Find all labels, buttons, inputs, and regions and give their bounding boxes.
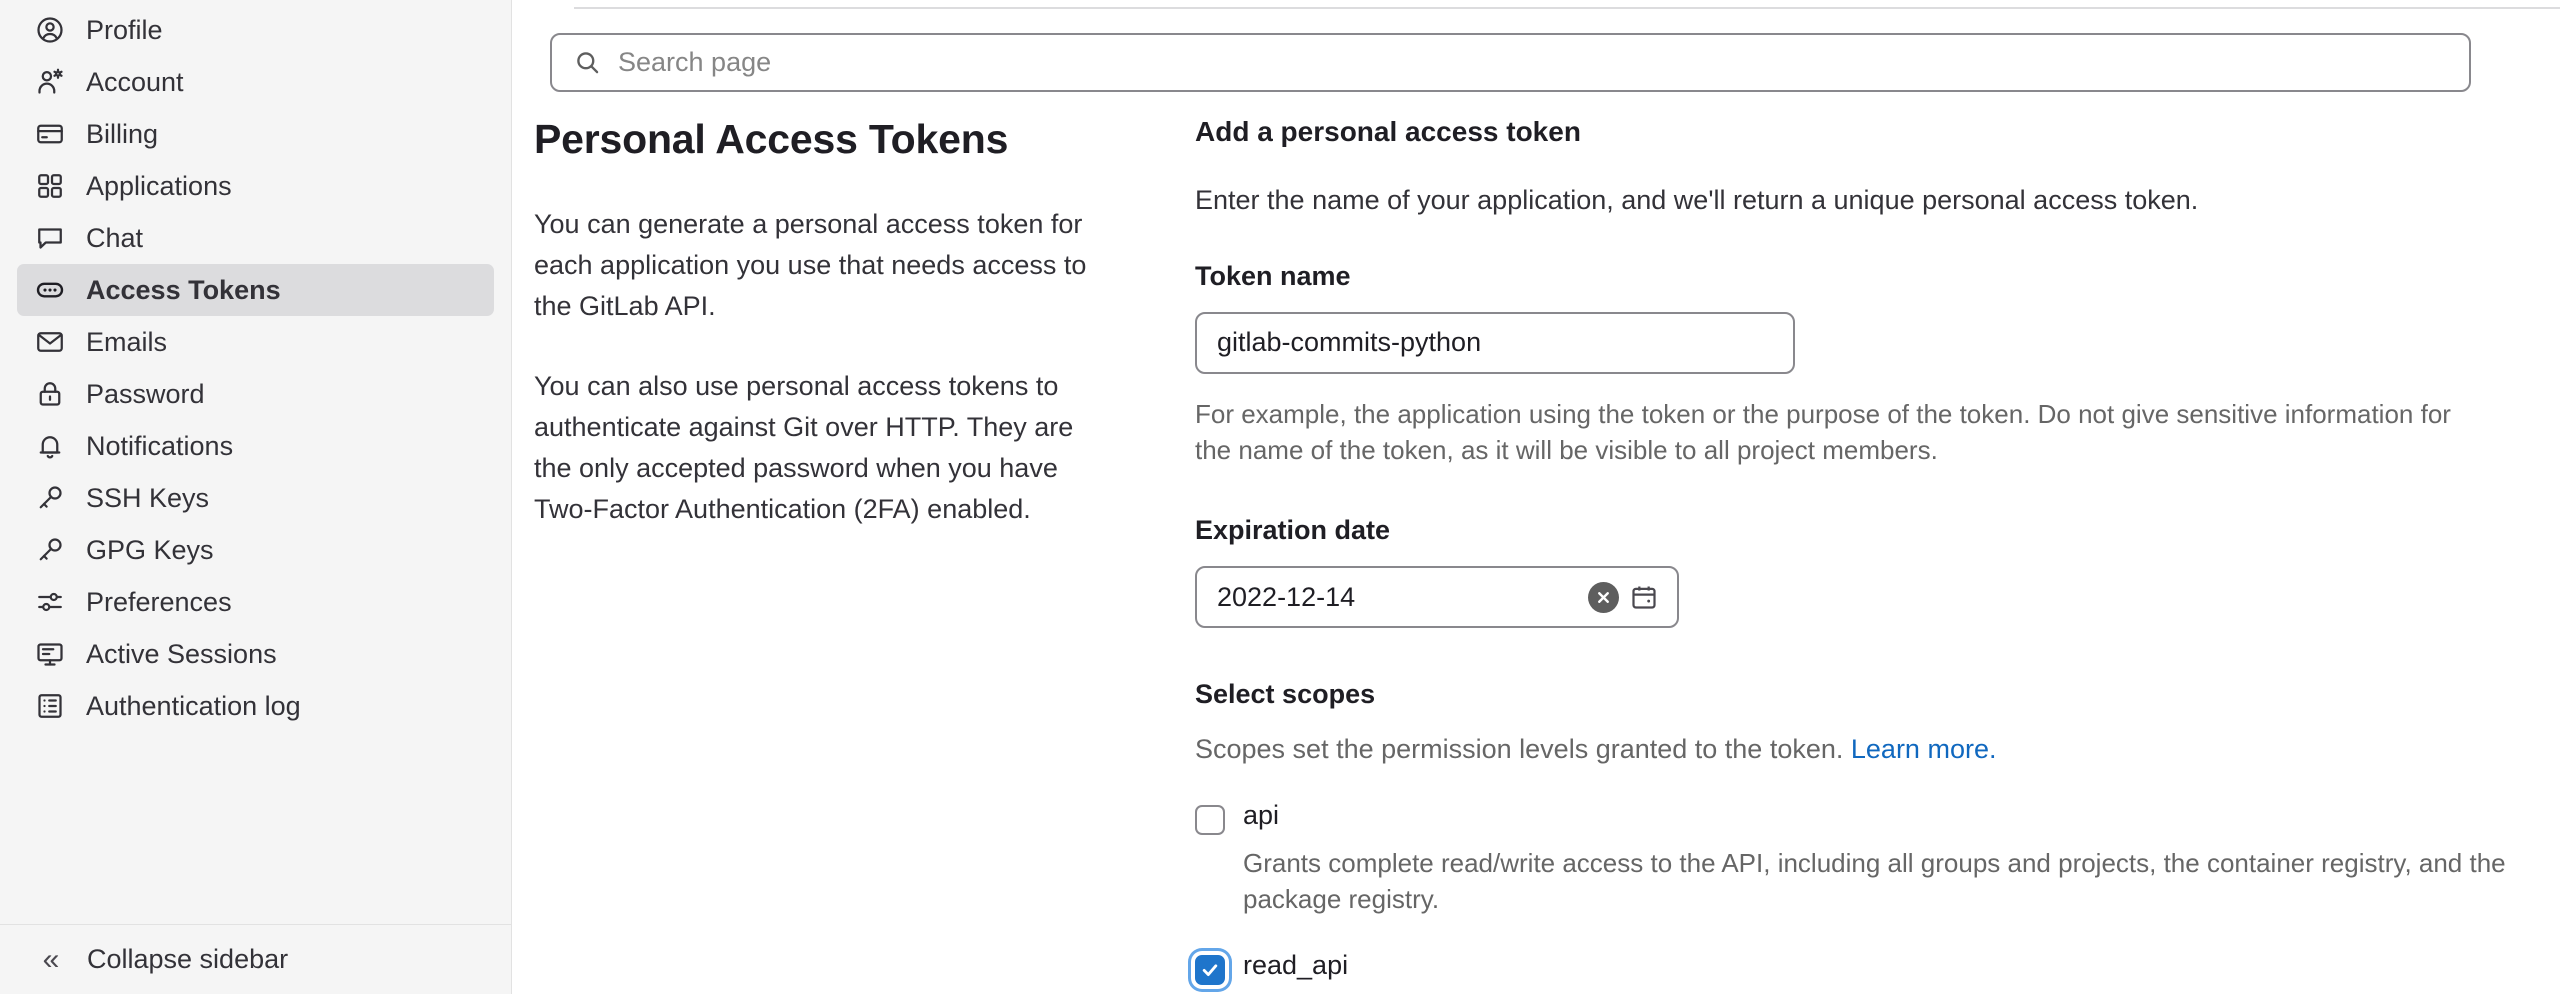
sidebar-item-authentication-log[interactable]: Authentication log xyxy=(17,680,494,732)
sidebar-item-label: Access Tokens xyxy=(86,274,281,305)
content-columns: Personal Access Tokens You can generate … xyxy=(534,115,2560,994)
sidebar-item-label: Profile xyxy=(86,14,163,45)
token-icon xyxy=(35,275,65,305)
grid-apps-icon xyxy=(35,171,65,201)
account-gear-icon xyxy=(35,67,65,97)
sidebar-item-gpg-keys[interactable]: GPG Keys xyxy=(17,524,494,576)
form-subheading: Enter the name of your application, and … xyxy=(1195,184,2199,215)
scope-checkbox-read_api[interactable] xyxy=(1195,954,1225,985)
sidebar-item-label: SSH Keys xyxy=(86,482,210,513)
scope-body: api Grants complete read/write access to … xyxy=(1243,801,2520,917)
learn-more-link[interactable]: Learn more. xyxy=(1851,734,1997,764)
sidebar-item-label: Preferences xyxy=(86,586,232,617)
scope-body: read_apiGrants read access to the API, i… xyxy=(1243,950,2520,994)
add-token-form: Add a personal access token Enter the na… xyxy=(1195,115,2560,994)
sidebar-item-label: Chat xyxy=(86,222,144,253)
token-name-label: Token name xyxy=(1195,260,1351,291)
description-column: Personal Access Tokens You can generate … xyxy=(534,115,1195,994)
sidebar-item-chat[interactable]: Chat xyxy=(17,212,494,264)
main-content: Search page Personal Access Tokens You c… xyxy=(512,0,2560,994)
sidebar-item-label: GPG Keys xyxy=(86,534,214,565)
key-icon xyxy=(35,483,65,513)
sliders-icon xyxy=(35,587,65,617)
monitor-icon xyxy=(35,639,65,669)
token-name-value: gitlab-commits-python xyxy=(1217,327,1482,358)
expiration-date-value: 2022-12-14 xyxy=(1217,581,1356,612)
sidebar-item-label: Notifications xyxy=(86,430,234,461)
collapse-sidebar-label: Collapse sidebar xyxy=(87,944,289,974)
scopes-description: Scopes set the permission levels granted… xyxy=(1195,731,2520,767)
sidebar-item-profile[interactable]: Profile xyxy=(17,4,494,56)
sidebar-item-ssh-keys[interactable]: SSH Keys xyxy=(17,472,494,524)
token-name-input[interactable]: gitlab-commits-python xyxy=(1195,311,1795,374)
sidebar-item-label: Account xyxy=(86,66,184,97)
credit-card-icon xyxy=(35,119,65,149)
scope-checkbox-cell xyxy=(1195,951,1243,994)
scope-description: Grants complete read/write access to the… xyxy=(1243,847,2506,914)
page-title: Personal Access Tokens xyxy=(534,116,1009,162)
calendar-icon[interactable] xyxy=(1629,582,1659,612)
token-name-field-group: Token name gitlab-commits-python For exa… xyxy=(1195,260,2520,468)
scopes-section: Select scopes Scopes set the permission … xyxy=(1195,678,2520,994)
sidebar-item-label: Billing xyxy=(86,118,159,149)
chat-bubble-icon xyxy=(35,223,65,253)
gitlab-access-tokens-page: Profile Account Billing Applications Chat Acc… xyxy=(0,0,2560,994)
scope-label[interactable]: api xyxy=(1243,801,2520,831)
scope-checkbox-cell xyxy=(1195,801,1243,917)
double-chevron-left-icon: « xyxy=(42,942,60,976)
sidebar-item-account[interactable]: Account xyxy=(17,56,494,108)
token-name-help-text: For example, the application using the t… xyxy=(1195,398,2451,465)
sidebar-item-label: Emails xyxy=(86,326,168,357)
key-icon xyxy=(35,535,65,565)
collapse-sidebar-button[interactable]: « Collapse sidebar xyxy=(18,935,306,985)
scopes-description-text: Scopes set the permission levels granted… xyxy=(1195,733,1844,764)
description-paragraph-2: You can also use personal access tokens … xyxy=(534,371,1074,525)
lock-icon xyxy=(35,379,65,409)
description-paragraph-1: You can generate a personal access token… xyxy=(534,209,1087,322)
scope-label[interactable]: read_api xyxy=(1243,950,2520,981)
expiration-field-group: Expiration date 2022-12-14 xyxy=(1195,514,2520,629)
sidebar-item-password[interactable]: Password xyxy=(17,368,494,420)
sidebar-item-label: Active Sessions xyxy=(86,638,277,669)
scope-row: api Grants complete read/write access to … xyxy=(1195,801,2520,917)
sidebar-item-active-sessions[interactable]: Active Sessions xyxy=(17,628,494,680)
sidebar-nav-list: Profile Account Billing Applications Chat Acc… xyxy=(0,4,511,732)
search-page-container: Search page xyxy=(550,33,2471,92)
expiration-date-input[interactable]: 2022-12-14 xyxy=(1195,566,1679,629)
scope-row: read_apiGrants read access to the API, i… xyxy=(1195,950,2520,994)
sidebar-item-billing[interactable]: Billing xyxy=(17,108,494,160)
sidebar-item-label: Applications xyxy=(86,170,232,201)
scope-list: api Grants complete read/write access to … xyxy=(1195,801,2520,994)
select-scopes-label: Select scopes xyxy=(1195,679,1376,710)
sidebar-footer: « Collapse sidebar xyxy=(0,924,511,994)
clear-circle-icon[interactable] xyxy=(1588,581,1619,613)
scope-checkbox-api[interactable] xyxy=(1195,805,1225,836)
log-list-icon xyxy=(35,691,65,721)
expiration-date-label: Expiration date xyxy=(1195,514,1391,545)
sidebar-item-access-tokens[interactable]: Access Tokens xyxy=(17,264,494,316)
form-heading: Add a personal access token xyxy=(1195,116,1581,147)
bell-icon xyxy=(35,431,65,461)
user-settings-sidebar: Profile Account Billing Applications Chat Acc… xyxy=(0,0,512,994)
envelope-icon xyxy=(35,327,65,357)
search-input[interactable]: Search page xyxy=(550,33,2471,92)
sidebar-item-notifications[interactable]: Notifications xyxy=(17,420,494,472)
search-placeholder: Search page xyxy=(618,47,772,77)
sidebar-item-label: Authentication log xyxy=(86,690,301,721)
sidebar-item-label: Password xyxy=(86,378,205,409)
user-circle-icon xyxy=(35,15,65,45)
search-icon xyxy=(574,49,601,76)
sidebar-item-preferences[interactable]: Preferences xyxy=(17,576,494,628)
sidebar-item-emails[interactable]: Emails xyxy=(17,316,494,368)
sidebar-item-applications[interactable]: Applications xyxy=(17,160,494,212)
header-divider xyxy=(574,7,2560,9)
